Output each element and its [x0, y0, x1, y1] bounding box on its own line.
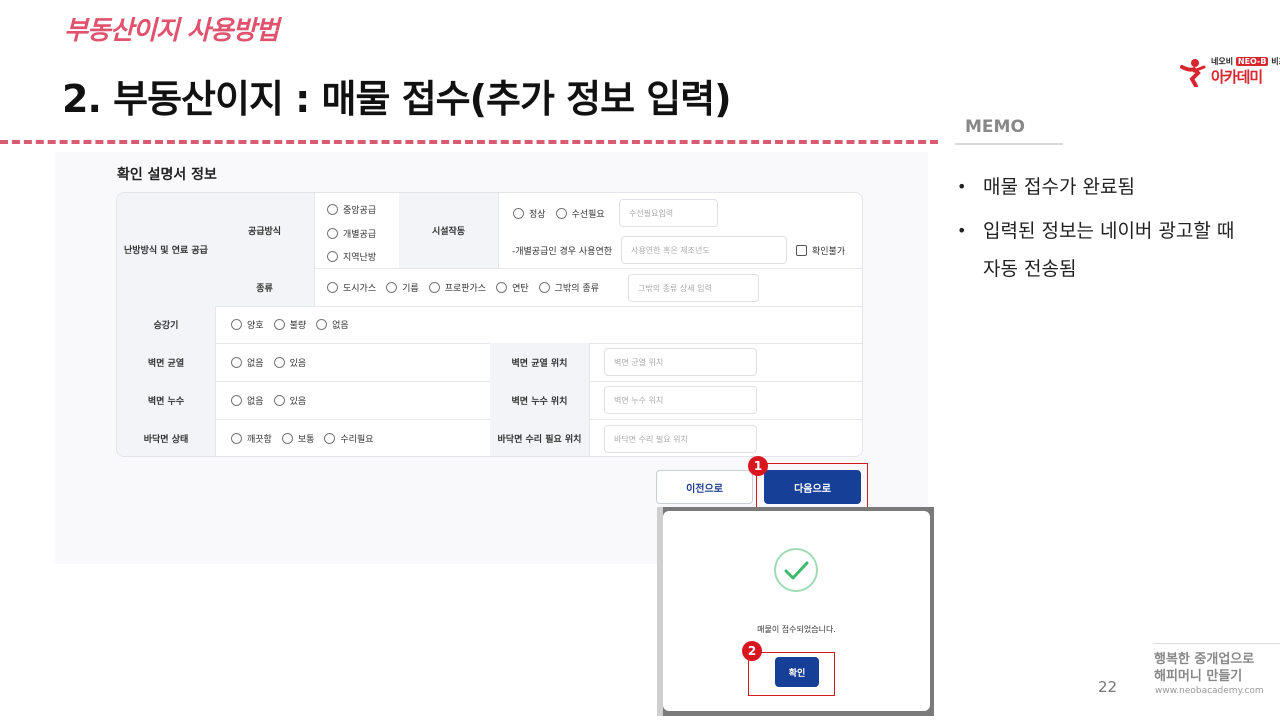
radio-icon — [231, 356, 242, 368]
radio-option[interactable]: 연탄 — [496, 281, 529, 294]
repair-input[interactable]: 수선필요입력 — [619, 199, 718, 227]
radio-icon — [273, 394, 285, 406]
supply-label: 공급방식 — [215, 193, 314, 268]
radio-option[interactable]: 있음 — [273, 356, 306, 369]
footer-url: www.neobacademy.com — [1155, 686, 1264, 696]
confirm-dialog-screenshot: 매물이 접수되었습니다. 확인 2 — [657, 507, 934, 716]
fuel-options: 도시가스 기름 프로판가스 연탄 그밖의 종류 — [327, 268, 609, 306]
wall-leak-options: 없음 있음 — [231, 381, 316, 419]
fuel-label: 종류 — [215, 268, 314, 306]
elevator-label: 승강기 — [117, 306, 215, 343]
radio-option[interactable]: 깨끗함 — [231, 432, 272, 445]
step-badge: 2 — [742, 641, 762, 661]
radio-icon — [231, 394, 242, 406]
radio-icon — [231, 319, 242, 330]
academy-logo: 네오비 NEO-B 비즈 아카데미 — [1178, 54, 1280, 88]
page-number: 22 — [1098, 678, 1118, 696]
operation-label: 시설작동 — [399, 193, 498, 268]
radio-option[interactable]: 개별공급 — [327, 227, 376, 240]
radio-option[interactable]: 없음 — [231, 356, 264, 369]
floor-label: 바닥면 상태 — [117, 419, 215, 456]
wall-crack-options: 없음 있음 — [231, 343, 316, 381]
ok-button[interactable]: 확인 — [775, 657, 819, 687]
logo-name: 아카데미 — [1211, 68, 1263, 86]
prev-button[interactable]: 이전으로 — [656, 470, 753, 504]
radio-option[interactable]: 정상 — [513, 207, 546, 220]
radio-icon — [316, 319, 328, 330]
wall-crack-location-input[interactable]: 벽면 균열 위치 — [604, 348, 757, 376]
radio-option[interactable]: 없음 — [316, 318, 349, 331]
wall-leak-location-input[interactable]: 벽면 누수 위치 — [604, 386, 757, 414]
form-screenshot: 확인 설명서 정보 난방방식 및 연료 공급 공급방식 중앙공급 개별공급 지역… — [55, 152, 928, 564]
radio-icon — [324, 433, 336, 444]
step-badge: 1 — [748, 456, 768, 476]
radio-option[interactable]: 없음 — [231, 394, 264, 407]
title-divider — [0, 140, 938, 144]
radio-icon — [273, 319, 285, 330]
radio-option[interactable]: 있음 — [273, 394, 306, 407]
radio-icon — [327, 204, 338, 215]
page-title: 2. 부동산이지 : 매물 접수(추가 정보 입력) — [62, 77, 732, 121]
wall-crack-location-label: 벽면 균열 위치 — [490, 343, 589, 381]
radio-icon — [555, 207, 567, 219]
next-button[interactable]: 다음으로 — [764, 470, 861, 504]
form-heading: 확인 설명서 정보 — [117, 167, 217, 183]
memo-list: • 매물 접수가 완료됨 • 입력된 정보는 네이버 광고할 때 자동 전송됨 — [957, 168, 1257, 294]
radio-icon — [327, 281, 338, 293]
radio-icon — [231, 433, 242, 444]
radio-icon — [273, 356, 285, 368]
modal-message: 매물이 접수되었습니다. — [757, 625, 836, 634]
supply-options: 중앙공급 개별공급 지역난방 — [327, 203, 399, 263]
radio-icon — [513, 207, 524, 219]
other-fuel-input[interactable]: 그밖의 종류 상세 입력 — [628, 274, 759, 302]
radio-option[interactable]: 프로판가스 — [428, 281, 486, 294]
radio-option[interactable]: 불량 — [273, 318, 306, 331]
footer-tagline: 해피머니 만들기 — [1154, 669, 1243, 684]
radio-option[interactable]: 양호 — [231, 318, 264, 331]
unconfirmed-checkbox[interactable]: 확인불가 — [796, 236, 845, 264]
bullet-icon: • — [957, 221, 967, 240]
wall-crack-label: 벽면 균열 — [117, 343, 215, 381]
radio-option[interactable]: 그밖의 종류 — [538, 281, 599, 294]
individual-note: -개별공급인 경우 사용연한 — [512, 246, 613, 257]
radio-option[interactable]: 지역난방 — [327, 250, 376, 263]
lifespan-input[interactable]: 사용연한 혹은 제조년도 — [621, 236, 787, 264]
confirm-dialog: 매물이 접수되었습니다. 확인 2 — [663, 511, 930, 711]
floor-options: 깨끗함 보통 수리필요 — [231, 419, 384, 456]
bullet-icon: • — [957, 177, 967, 196]
heating-label: 난방방식 및 연료 공급 — [117, 193, 215, 306]
radio-option[interactable]: 기름 — [386, 281, 419, 294]
operation-options: 정상 수선필요 — [513, 199, 615, 227]
radio-option[interactable]: 수리필요 — [324, 432, 374, 445]
radio-option[interactable]: 도시가스 — [327, 281, 376, 294]
checkbox-icon — [796, 244, 807, 256]
memo-item: • 입력된 정보는 네이버 광고할 때 자동 전송됨 — [957, 212, 1257, 288]
inspection-form-table: 난방방식 및 연료 공급 공급방식 중앙공급 개별공급 지역난방 시설작동 정상… — [116, 192, 863, 457]
check-circle-icon — [774, 548, 818, 592]
radio-icon — [386, 281, 398, 293]
memo-underline — [955, 143, 1063, 145]
radio-option[interactable]: 수선필요 — [555, 207, 605, 220]
floor-location-label: 바닥면 수리 필요 위치 — [490, 419, 589, 456]
radio-icon — [428, 281, 440, 293]
radio-icon — [327, 251, 338, 262]
radio-icon — [496, 281, 508, 293]
elevator-options: 양호 불량 없음 — [231, 306, 359, 343]
footer-divider — [1153, 643, 1280, 644]
radio-icon — [327, 227, 338, 239]
radio-option[interactable]: 중앙공급 — [327, 203, 376, 216]
radio-icon — [281, 433, 293, 444]
wall-leak-label: 벽면 누수 — [117, 381, 215, 419]
wall-leak-location-label: 벽면 누수 위치 — [490, 381, 589, 419]
memo-title: MEMO — [965, 117, 1025, 137]
radio-option[interactable]: 보통 — [281, 432, 314, 445]
radio-icon — [538, 281, 550, 293]
memo-item: • 매물 접수가 완료됨 — [957, 168, 1257, 206]
series-title: 부동산이지 사용방법 — [64, 16, 279, 46]
runner-logo-icon — [1180, 59, 1206, 87]
floor-location-input[interactable]: 바닥면 수리 필요 위치 — [604, 425, 757, 453]
